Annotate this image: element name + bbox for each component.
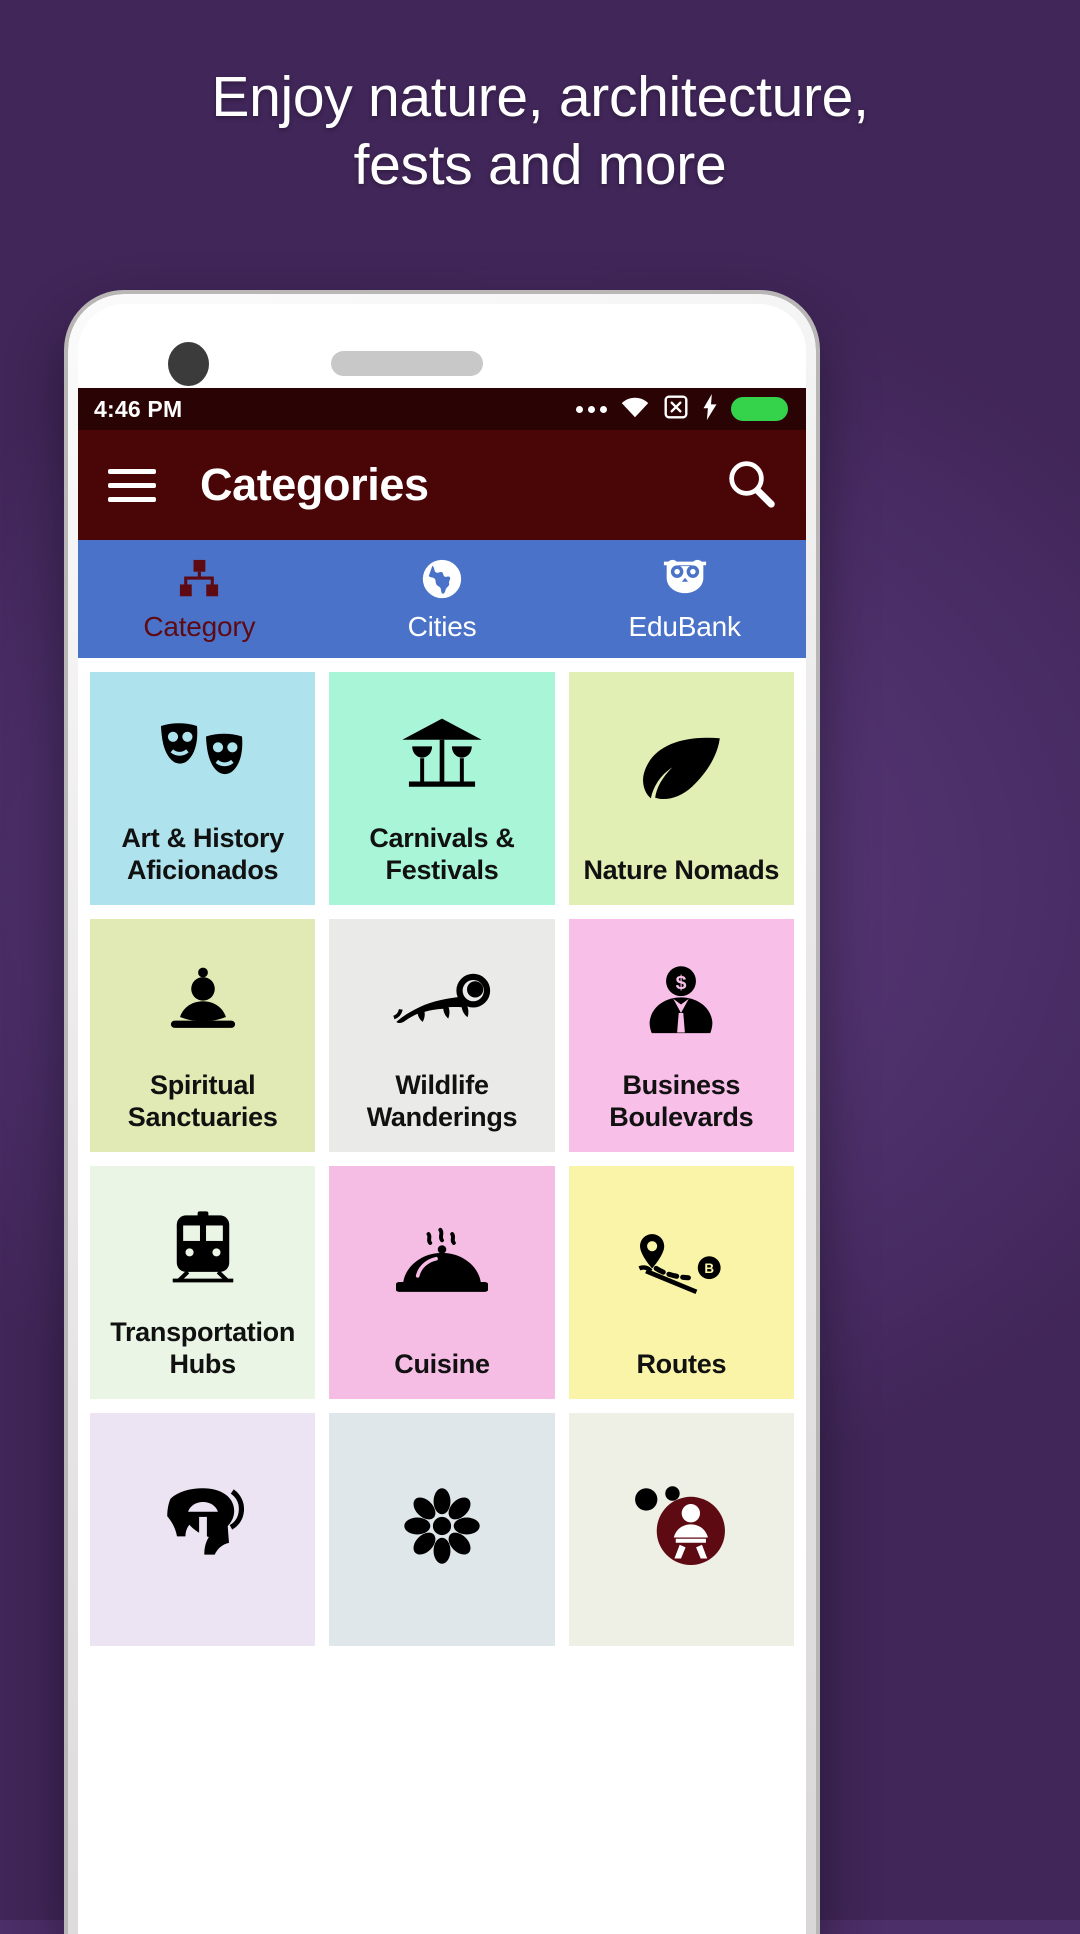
tile-label: Wildlife Wanderings — [366, 1070, 518, 1133]
status-time: 4:46 PM — [94, 395, 183, 422]
tile-label: Cuisine — [394, 1349, 490, 1380]
earpiece-speaker — [331, 351, 483, 376]
tile-label: Art & History Aficionados — [121, 823, 284, 886]
train-icon — [98, 1176, 307, 1317]
category-tile-nature-nomads[interactable]: Nature Nomads — [568, 672, 794, 905]
route-map-icon: B — [577, 1176, 786, 1349]
tab-label: Cities — [407, 611, 477, 642]
tile-label: Spiritual Sanctuaries — [127, 1070, 278, 1133]
category-tile-cuisine[interactable]: Cuisine — [329, 1166, 555, 1399]
category-tile-row4-1[interactable] — [90, 1413, 316, 1646]
theater-masks-icon — [98, 682, 307, 823]
owl-icon — [661, 555, 709, 603]
people-circle-icon — [577, 1423, 786, 1628]
tab-cities[interactable]: Cities — [321, 540, 564, 658]
category-tile-row4-3[interactable] — [568, 1413, 794, 1646]
wifi-icon — [620, 395, 650, 424]
tab-label: Category — [143, 611, 256, 642]
more-dots-icon — [576, 405, 607, 413]
category-tile-routes[interactable]: B Routes — [568, 1166, 794, 1399]
phone-screen: 4:46 PM Categories Category Cities EduBa… — [78, 388, 806, 1934]
tile-label: Routes — [636, 1349, 727, 1380]
phone-bezel-top — [78, 304, 806, 388]
category-tile-spiritual-sanctuaries[interactable]: Spiritual Sanctuaries — [90, 919, 316, 1152]
lion-icon — [337, 929, 546, 1070]
charging-bolt-icon — [702, 393, 718, 425]
buddha-icon — [98, 929, 307, 1070]
tile-label: Nature Nomads — [583, 855, 780, 886]
tile-label: Carnivals & Festivals — [369, 823, 515, 886]
headline-line-1: Enjoy nature, architecture, — [211, 65, 869, 129]
spartan-helmet-icon — [98, 1423, 307, 1628]
carousel-icon — [337, 682, 546, 823]
headline-line-2: fests and more — [353, 132, 727, 197]
app-bar: Categories — [78, 430, 806, 540]
sitemap-icon — [177, 555, 221, 603]
globe-icon — [419, 555, 465, 603]
no-sim-icon — [663, 394, 689, 425]
tile-label: Transportation Hubs — [110, 1317, 296, 1380]
tab-bar: Category Cities EduBank — [78, 540, 806, 658]
tile-label: Business Boulevards — [609, 1070, 754, 1133]
businessman-icon: $ — [577, 929, 786, 1070]
category-grid: Art & History Aficionados Carnivals & Fe… — [78, 658, 806, 1646]
search-icon[interactable] — [724, 456, 778, 515]
category-tile-row4-2[interactable] — [329, 1413, 555, 1646]
category-tile-wildlife-wanderings[interactable]: Wildlife Wanderings — [329, 919, 555, 1152]
promo-headline: Enjoy nature, architecture, fests and mo… — [0, 64, 1080, 200]
food-cloche-icon — [337, 1176, 546, 1349]
front-camera-icon — [168, 342, 209, 386]
category-tile-business-boulevards[interactable]: $ Business Boulevards — [568, 919, 794, 1152]
tab-category[interactable]: Category — [78, 540, 321, 658]
phone-mockup: 4:46 PM Categories Category Cities EduBa… — [68, 294, 816, 1934]
tab-label: EduBank — [628, 611, 741, 642]
svg-text:B: B — [705, 1261, 715, 1276]
page-title: Categories — [200, 459, 429, 510]
category-tile-art-history[interactable]: Art & History Aficionados — [90, 672, 316, 905]
svg-text:$: $ — [676, 972, 687, 994]
battery-icon — [731, 397, 788, 421]
category-tile-carnivals-festivals[interactable]: Carnivals & Festivals — [329, 672, 555, 905]
tab-edubank[interactable]: EduBank — [563, 540, 806, 658]
leaf-icon — [577, 682, 786, 855]
status-bar: 4:46 PM — [78, 388, 806, 430]
hamburger-menu-icon[interactable] — [108, 468, 156, 502]
category-tile-transportation-hubs[interactable]: Transportation Hubs — [90, 1166, 316, 1399]
flower-icon — [337, 1423, 546, 1628]
